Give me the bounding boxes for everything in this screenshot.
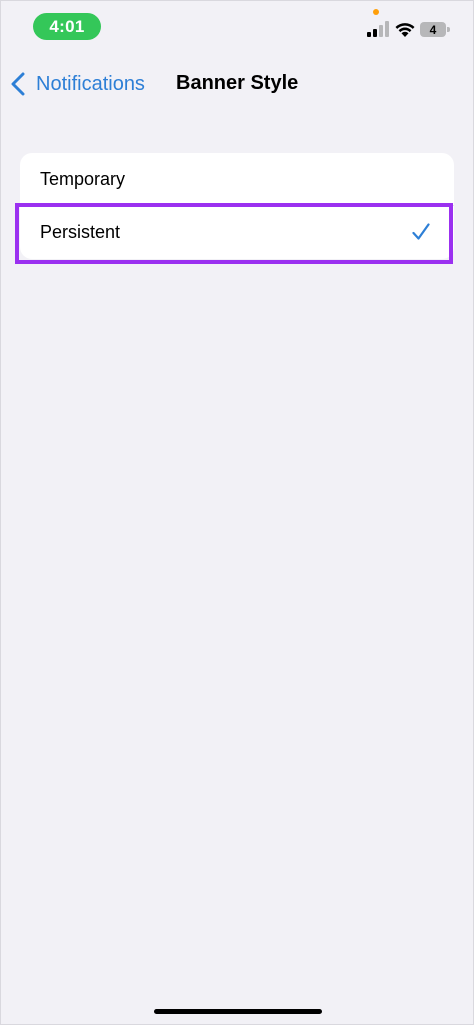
back-button-label: Notifications [36, 72, 145, 95]
battery-icon: 4 [420, 22, 450, 37]
home-indicator[interactable] [154, 1009, 322, 1014]
option-label: Persistent [40, 222, 121, 242]
checkmark-icon [412, 223, 430, 240]
battery-level: 4 [420, 22, 446, 37]
chevron-left-icon [11, 72, 25, 96]
wifi-icon [395, 23, 415, 37]
option-temporary[interactable]: Temporary [20, 153, 454, 206]
option-label: Temporary [40, 168, 126, 189]
cellular-signal-icon [367, 21, 389, 37]
option-persistent[interactable]: Persistent [20, 206, 454, 259]
status-time[interactable]: 4:01 [33, 13, 101, 40]
back-button[interactable]: Notifications [10, 70, 145, 98]
mic-indicator-icon [373, 9, 379, 15]
page-title: Banner Style [176, 72, 299, 94]
status-bar: 4:01 4 [0, 0, 474, 50]
banner-style-options: Temporary Persistent [20, 153, 454, 259]
navigation-bar: Notifications Banner Style [0, 62, 474, 106]
battery-cap [447, 27, 450, 32]
